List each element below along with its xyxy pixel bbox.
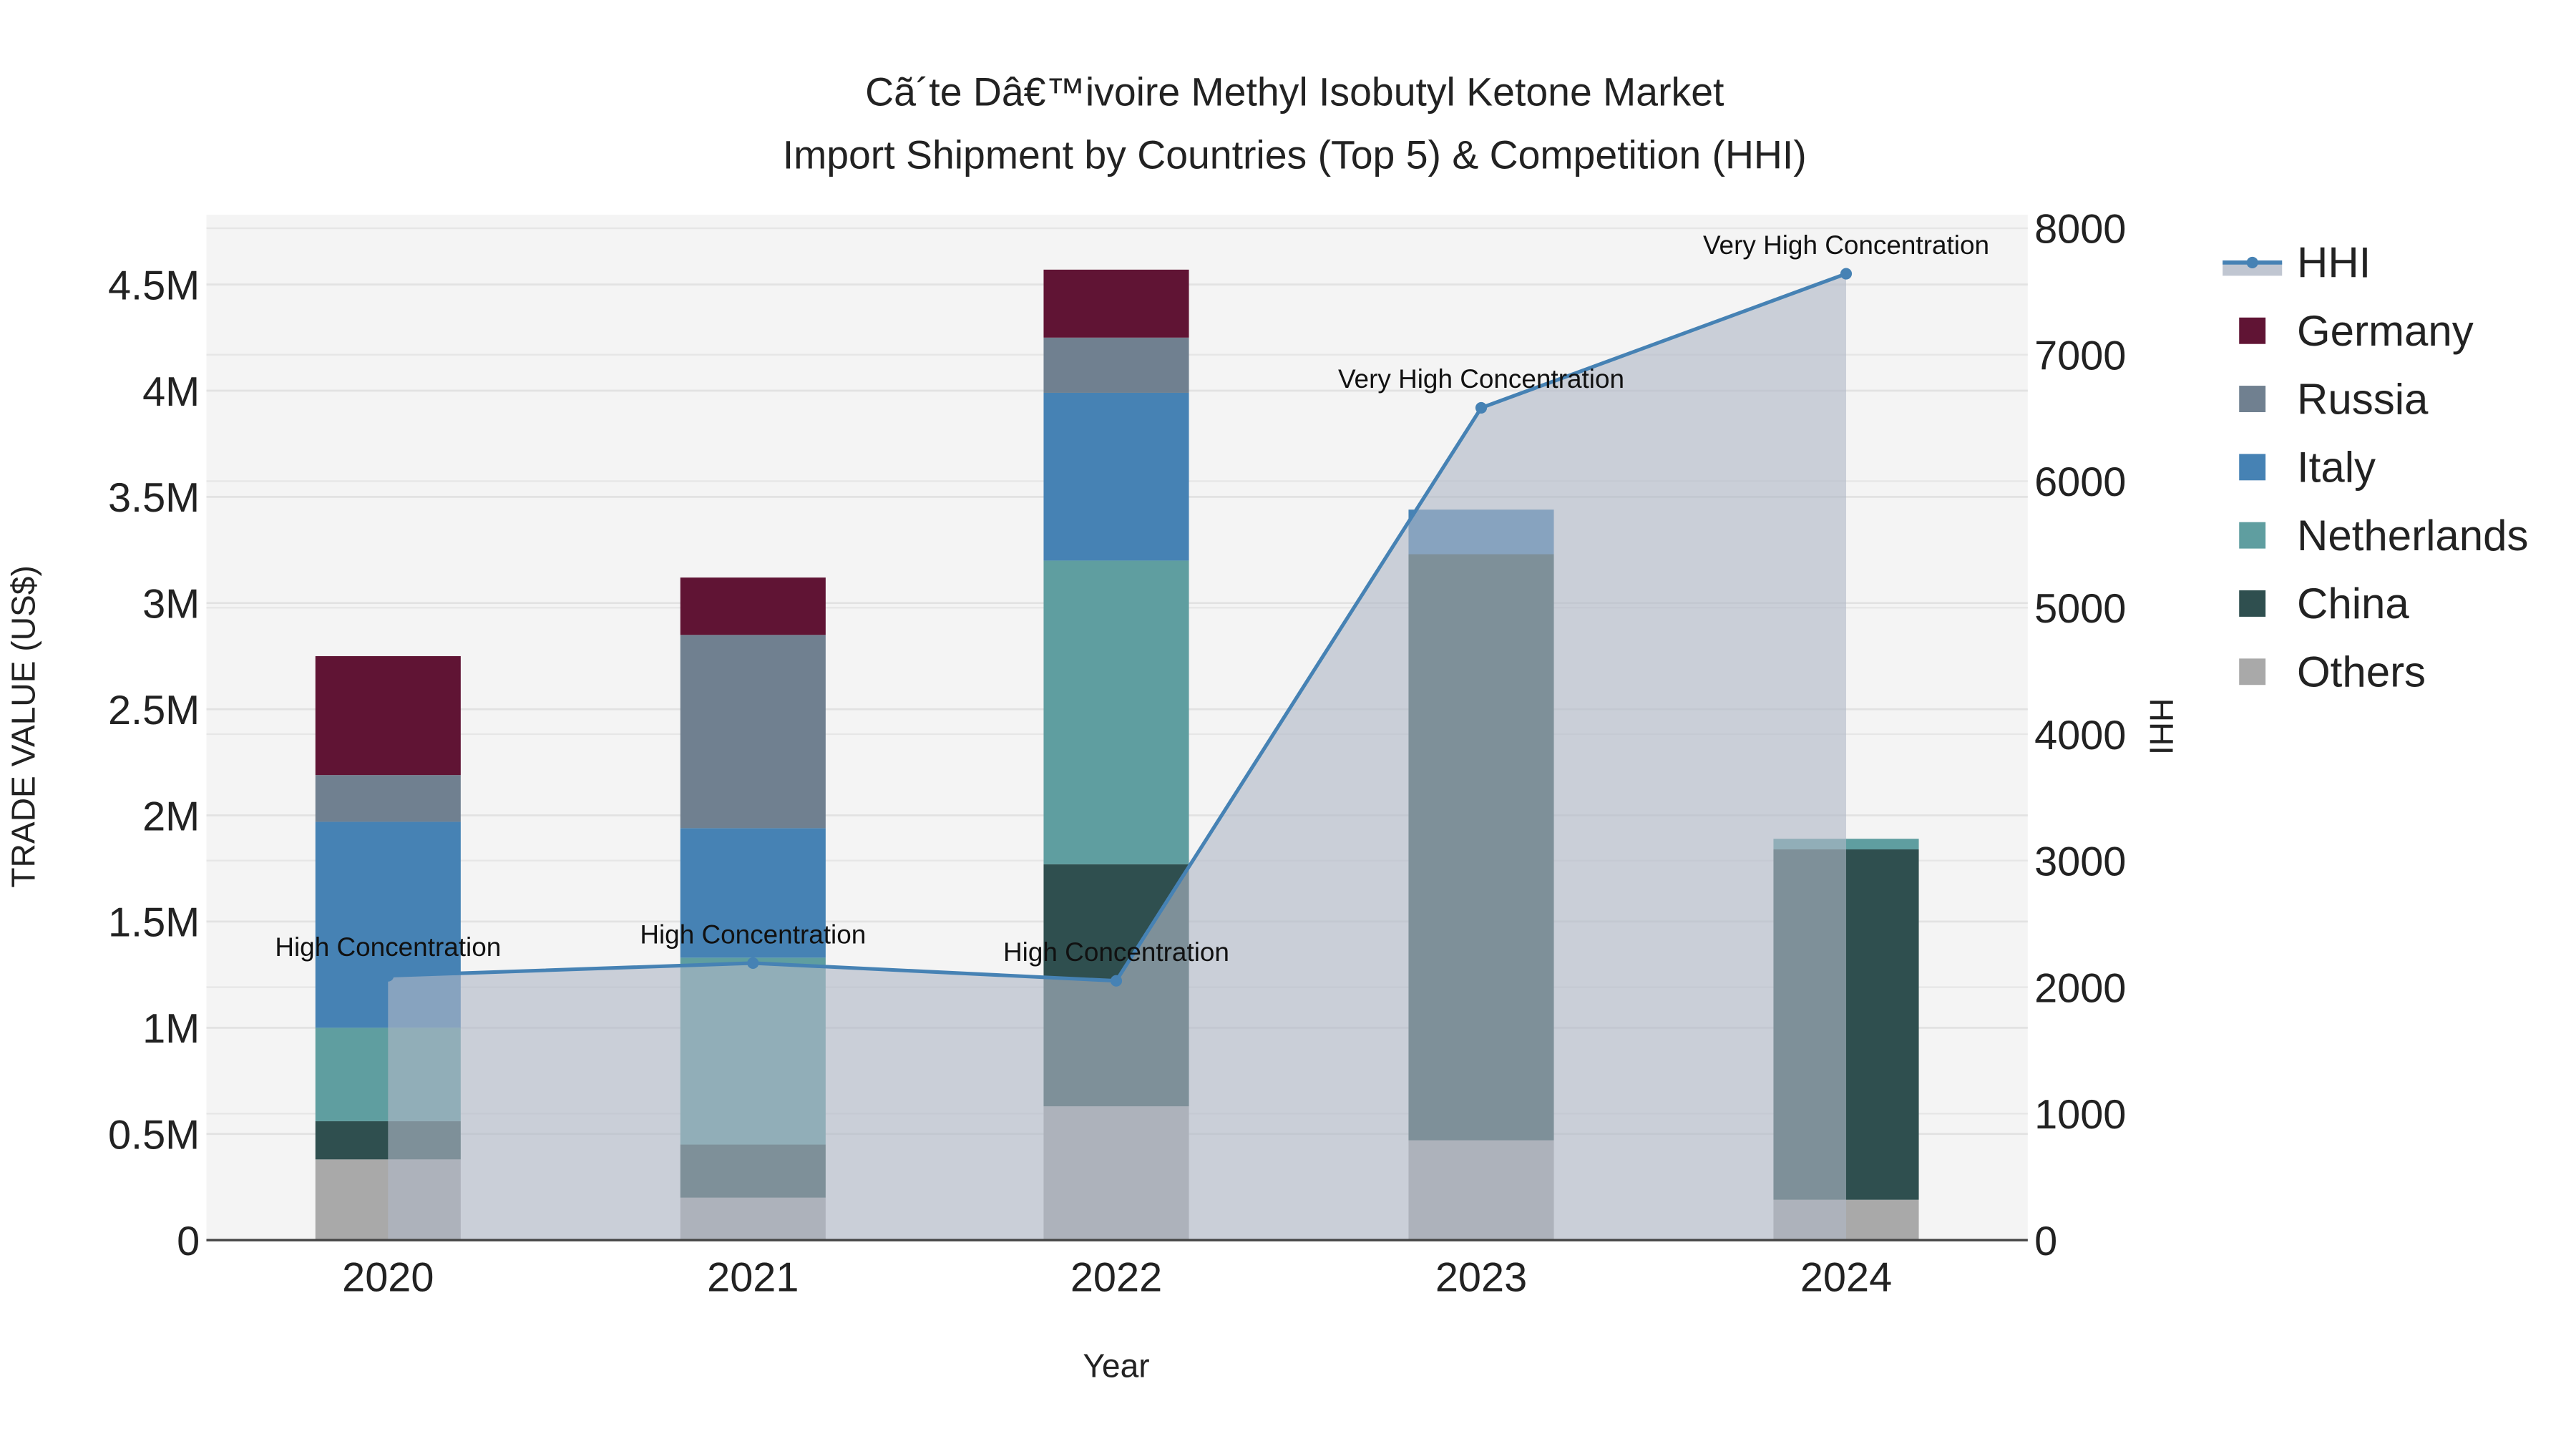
- y-tick-label: 0.5M: [108, 1112, 200, 1158]
- legend-swatch-netherlands: [2239, 522, 2266, 549]
- legend-label: Germany: [2297, 307, 2474, 355]
- legend-label: Others: [2297, 648, 2426, 696]
- hhi-point-2022: [1110, 975, 1123, 987]
- hhi-annotation-2023: Very High Concentration: [1338, 364, 1624, 394]
- bar-russia-2022: [1043, 337, 1189, 393]
- y-tick-label: 4.5M: [108, 263, 200, 308]
- x-tick-label: 2023: [1435, 1255, 1527, 1301]
- hhi-annotation-2024: Very High Concentration: [1703, 230, 1989, 260]
- hhi-point-2020: [382, 970, 394, 982]
- hhi-annotation-2020: High Concentration: [275, 932, 501, 962]
- legend-label: HHI: [2297, 239, 2371, 287]
- bar-russia-2020: [315, 775, 461, 822]
- bar-germany-2020: [315, 655, 461, 776]
- chart-title-line2: Import Shipment by Countries (Top 5) & C…: [783, 132, 1807, 177]
- hhi-point-2021: [747, 957, 759, 970]
- legend-item-germany: Germany: [2239, 307, 2474, 355]
- legend-swatch-china: [2239, 590, 2266, 617]
- legend-label: Russia: [2297, 375, 2429, 423]
- legend-item-italy: Italy: [2239, 444, 2376, 492]
- y2-tick-label: 2000: [2034, 965, 2126, 1011]
- y2-tick-label: 1000: [2034, 1092, 2126, 1138]
- chart-title-line1: Cã´te Dâ€™ivoire Methyl Isobutyl Ketone …: [865, 70, 1724, 114]
- legend-swatch-others: [2239, 658, 2266, 686]
- chart: Cã´te Dâ€™ivoire Methyl Isobutyl Ketone …: [4, 70, 2529, 1385]
- legend-item-others: Others: [2239, 648, 2426, 696]
- x-tick-label: 2024: [1800, 1255, 1892, 1301]
- bar-germany-2021: [680, 577, 826, 635]
- y-tick-label: 2.5M: [108, 688, 200, 733]
- y-tick-label: 1.5M: [108, 900, 200, 946]
- y-tick-label: 1M: [142, 1006, 200, 1052]
- legend-swatch-germany: [2239, 317, 2266, 344]
- y2-tick-label: 0: [2034, 1219, 2057, 1264]
- legend: HHI Germany Russia Italy Netherlands China Oth…: [2223, 239, 2529, 696]
- y-tick-label: 4M: [142, 369, 200, 415]
- x-axis-label: Year: [1083, 1347, 1149, 1385]
- x-tick-label: 2022: [1070, 1255, 1162, 1301]
- legend-item-hhi: HHI: [2223, 239, 2371, 287]
- hhi-point-2023: [1475, 401, 1488, 414]
- y2-tick-label: 8000: [2034, 207, 2126, 253]
- x-tick-label: 2021: [707, 1255, 799, 1301]
- x-tick-label: 2020: [342, 1255, 434, 1301]
- y2-tick-label: 7000: [2034, 333, 2126, 379]
- legend-label: Italy: [2297, 444, 2376, 492]
- y2-tick-label: 3000: [2034, 839, 2126, 885]
- y-tick-label: 3.5M: [108, 475, 200, 521]
- legend-swatch-russia: [2239, 386, 2266, 412]
- y-tick-label: 3M: [142, 582, 200, 628]
- hhi-annotation-2022: High Concentration: [1003, 937, 1229, 967]
- legend-item-china: China: [2239, 580, 2409, 628]
- y2-tick-label: 6000: [2034, 459, 2126, 505]
- hhi-annotation-2021: High Concentration: [640, 919, 866, 949]
- legend-label: Netherlands: [2297, 512, 2529, 560]
- hhi-point-2024: [1840, 268, 1853, 280]
- y-tick-label: 0: [177, 1219, 200, 1264]
- bar-russia-2021: [680, 635, 826, 829]
- bar-italy-2022: [1043, 392, 1189, 561]
- legend-label: China: [2297, 580, 2409, 628]
- legend-item-netherlands: Netherlands: [2239, 512, 2529, 560]
- bar-netherlands-2022: [1043, 560, 1189, 864]
- bar-germany-2022: [1043, 269, 1189, 338]
- y2-axis-label: HHI: [2143, 698, 2180, 755]
- legend-swatch-italy: [2239, 454, 2266, 481]
- y-axis-label: TRADE VALUE (US$): [4, 565, 42, 887]
- y-tick-label: 2M: [142, 794, 200, 839]
- legend-swatch-hhi-marker: [2246, 256, 2258, 268]
- y2-tick-label: 4000: [2034, 713, 2126, 758]
- y2-tick-label: 5000: [2034, 586, 2126, 632]
- legend-item-russia: Russia: [2239, 375, 2429, 423]
